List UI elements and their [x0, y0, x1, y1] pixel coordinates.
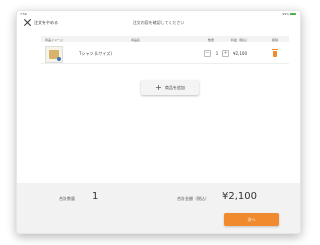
page-instruction: 注文内容を確認してください [132, 20, 185, 25]
column-header-quantity: 数量 [208, 37, 215, 42]
status-time: 7:56 [20, 12, 27, 16]
table-header: 商品イメージ 商品名 数量 料金（税込） 削除 [41, 36, 289, 42]
total-amount-label: 合計金額（税込） [177, 196, 209, 201]
quantity-value: 1 [215, 51, 219, 56]
battery-percent: 99% [282, 12, 289, 16]
column-header-name: 商品名 [131, 37, 141, 42]
column-header-price: 料金（税込） [231, 37, 250, 42]
next-button[interactable]: 次へ [224, 213, 279, 226]
battery-icon [290, 12, 296, 16]
total-quantity-label: 合計数量 [59, 196, 75, 201]
product-price: ¥2,100 [233, 51, 247, 56]
column-header-delete: 削除 [272, 37, 279, 42]
trash-can [273, 51, 277, 57]
add-product-label: 商品を追加 [164, 84, 185, 90]
column-header-image: 商品イメージ [45, 37, 63, 42]
product-name: Tシャツ (Lサイズ) [79, 51, 112, 56]
order-summary-footer: 合計数量 1 合計金額（税込） ¥2,100 次へ [17, 183, 300, 233]
plus-icon: + [155, 82, 162, 92]
header: 注文をやめる 注文内容を確認してください [17, 17, 300, 29]
product-thumbnail [45, 46, 63, 63]
status-right: 99% [282, 12, 296, 16]
decrease-quantity-button[interactable]: − [204, 50, 211, 57]
table-row: Tシャツ (Lサイズ) − 1 + ¥2,100 [41, 44, 289, 64]
trash-icon[interactable] [272, 49, 278, 57]
trash-lid [272, 49, 278, 51]
add-product-button[interactable]: + 商品を追加 [141, 80, 199, 95]
total-quantity-value: 1 [92, 191, 99, 202]
app-window: 7:56 99% 注文をやめる 注文内容を確認してください 商品イメージ 商品名… [16, 10, 301, 234]
total-amount-value: ¥2,100 [222, 191, 257, 202]
increase-quantity-button[interactable]: + [222, 50, 229, 57]
order-table: 商品イメージ 商品名 数量 料金（税込） 削除 Tシャツ (Lサイズ) − 1 … [41, 36, 289, 64]
